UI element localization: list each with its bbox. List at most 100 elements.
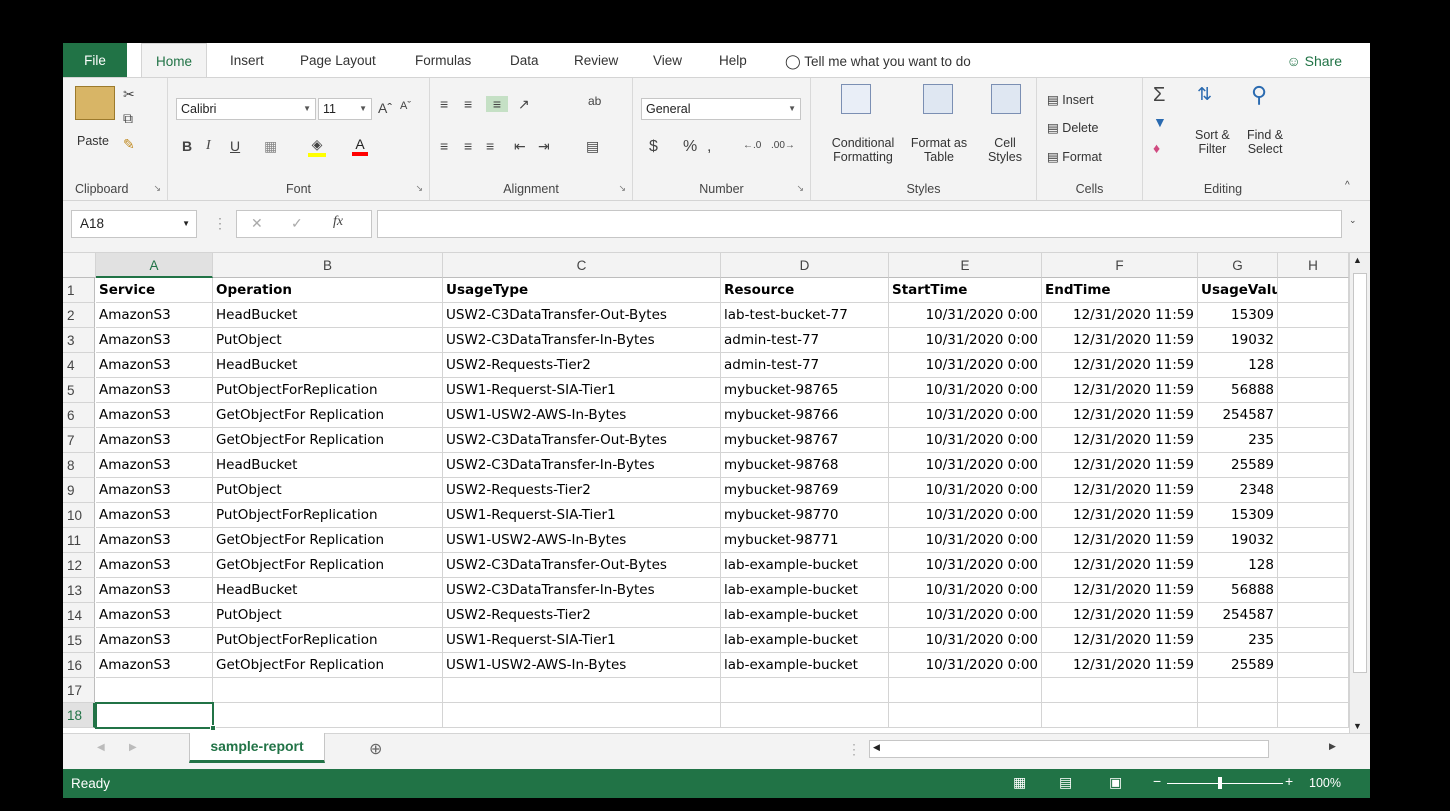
font-color-icon[interactable]: A [352,136,368,156]
table-cell[interactable]: mybucket-98771 [721,528,889,553]
table-cell[interactable]: 12/31/2020 11:59 [1042,378,1198,403]
table-cell[interactable] [443,678,721,703]
find-select-button[interactable]: Find & Select [1247,128,1283,156]
table-cell[interactable]: USW2-C3DataTransfer-Out-Bytes [443,553,721,578]
tab-insert[interactable]: Insert [230,43,264,77]
header-cell[interactable]: Operation [213,278,443,303]
header-cell[interactable]: UsageValue [1198,278,1278,303]
table-cell[interactable] [1278,478,1349,503]
table-cell[interactable]: AmazonS3 [96,653,213,678]
row-header[interactable]: 16 [63,653,95,678]
orientation-icon[interactable]: ↗ [518,96,530,113]
table-cell[interactable]: lab-example-bucket [721,603,889,628]
table-cell[interactable]: admin-test-77 [721,353,889,378]
table-cell[interactable] [1278,328,1349,353]
table-cell[interactable]: PutObjectForReplication [213,503,443,528]
increase-font-icon[interactable]: Aˆ [378,100,392,116]
italic-button[interactable]: I [206,138,211,154]
worksheet-grid[interactable]: ABCDEFGH 1 Service Operation UsageType Resou… [63,253,1370,733]
column-header[interactable]: F [1042,253,1198,278]
fill-icon[interactable]: ▼ [1153,114,1167,130]
fill-color-icon[interactable]: ◈ [308,136,326,157]
cancel-icon[interactable]: ✕ [251,215,263,232]
row-header[interactable]: 2 [63,303,95,328]
zoom-out-icon[interactable]: − [1153,773,1161,789]
table-cell[interactable]: 56888 [1198,578,1278,603]
table-cell[interactable]: 56888 [1198,378,1278,403]
column-header[interactable]: G [1198,253,1278,278]
table-cell[interactable]: 254587 [1198,403,1278,428]
table-cell[interactable]: USW2-C3DataTransfer-In-Bytes [443,578,721,603]
table-cell[interactable]: PutObjectForReplication [213,628,443,653]
table-cell[interactable] [1278,303,1349,328]
table-cell[interactable]: 19032 [1198,528,1278,553]
table-cell[interactable] [1278,378,1349,403]
table-cell[interactable]: 12/31/2020 11:59 [1042,428,1198,453]
table-cell[interactable]: GetObjectFor Replication [213,653,443,678]
table-cell[interactable]: USW2-C3DataTransfer-In-Bytes [443,328,721,353]
table-cell[interactable]: 128 [1198,353,1278,378]
row-header[interactable]: 1 [63,278,95,303]
table-cell[interactable]: USW2-Requests-Tier2 [443,478,721,503]
align-right-icon[interactable]: ≡ [486,138,494,154]
table-cell[interactable] [1042,703,1198,728]
fill-handle[interactable] [210,725,216,731]
table-cell[interactable]: HeadBucket [213,303,443,328]
align-bottom-icon[interactable]: ≡ [486,96,508,112]
table-cell[interactable]: HeadBucket [213,453,443,478]
table-cell[interactable] [889,703,1042,728]
column-header[interactable]: A [96,253,213,278]
tab-page-layout[interactable]: Page Layout [300,43,376,77]
align-middle-icon[interactable]: ≡ [464,96,472,112]
table-cell[interactable]: AmazonS3 [96,453,213,478]
table-cell[interactable]: 12/31/2020 11:59 [1042,653,1198,678]
zoom-level[interactable]: 100% [1309,776,1341,790]
sort-filter-button[interactable]: Sort & Filter [1195,128,1230,156]
decrease-indent-icon[interactable]: ⇤ [514,138,526,155]
delete-cells-button[interactable]: ▤ Delete [1047,120,1098,135]
row-header[interactable]: 7 [63,428,95,453]
table-cell[interactable]: AmazonS3 [96,553,213,578]
row-header[interactable]: 9 [63,478,95,503]
enter-icon[interactable]: ✓ [291,215,303,232]
table-cell[interactable]: GetObjectFor Replication [213,528,443,553]
table-cell[interactable]: 12/31/2020 11:59 [1042,328,1198,353]
table-cell[interactable]: 12/31/2020 11:59 [1042,603,1198,628]
table-cell[interactable]: 12/31/2020 11:59 [1042,578,1198,603]
table-cell[interactable]: mybucket-98765 [721,378,889,403]
header-cell[interactable] [1278,278,1349,303]
copy-icon[interactable]: ⧉ [123,110,133,127]
header-cell[interactable]: StartTime [889,278,1042,303]
table-cell[interactable] [443,703,721,728]
scroll-left-icon[interactable]: ◀ [873,742,880,753]
table-cell[interactable]: 10/31/2020 0:00 [889,378,1042,403]
header-cell[interactable]: Resource [721,278,889,303]
tab-view[interactable]: View [653,43,682,77]
prev-sheet-icon[interactable]: ◀ [97,742,105,753]
merge-center-icon[interactable]: ▤ [586,138,599,155]
increase-decimal-icon[interactable]: ←.0 [743,140,761,151]
table-cell[interactable] [1278,553,1349,578]
number-format-select[interactable]: General ▼ [641,98,801,120]
row-header[interactable]: 17 [63,678,95,703]
row-header[interactable]: 15 [63,628,95,653]
table-cell[interactable]: USW1-USW2-AWS-In-Bytes [443,653,721,678]
table-cell[interactable]: 10/31/2020 0:00 [889,353,1042,378]
table-cell[interactable]: 235 [1198,428,1278,453]
table-cell[interactable]: 235 [1198,628,1278,653]
table-cell[interactable]: admin-test-77 [721,328,889,353]
header-cell[interactable]: Service [96,278,213,303]
page-layout-view-icon[interactable]: ▤ [1059,774,1072,791]
table-cell[interactable]: 12/31/2020 11:59 [1042,553,1198,578]
bold-button[interactable]: B [182,138,192,154]
column-header[interactable]: C [443,253,721,278]
tab-help[interactable]: Help [719,43,747,77]
clear-icon[interactable]: ♦ [1153,140,1160,156]
table-cell[interactable]: AmazonS3 [96,328,213,353]
table-cell[interactable]: 12/31/2020 11:59 [1042,628,1198,653]
borders-icon[interactable]: ▦ [264,138,277,155]
table-cell[interactable]: 10/31/2020 0:00 [889,403,1042,428]
column-header[interactable]: E [889,253,1042,278]
expand-formula-icon[interactable]: ⌄ [1349,215,1357,226]
table-cell[interactable]: AmazonS3 [96,303,213,328]
